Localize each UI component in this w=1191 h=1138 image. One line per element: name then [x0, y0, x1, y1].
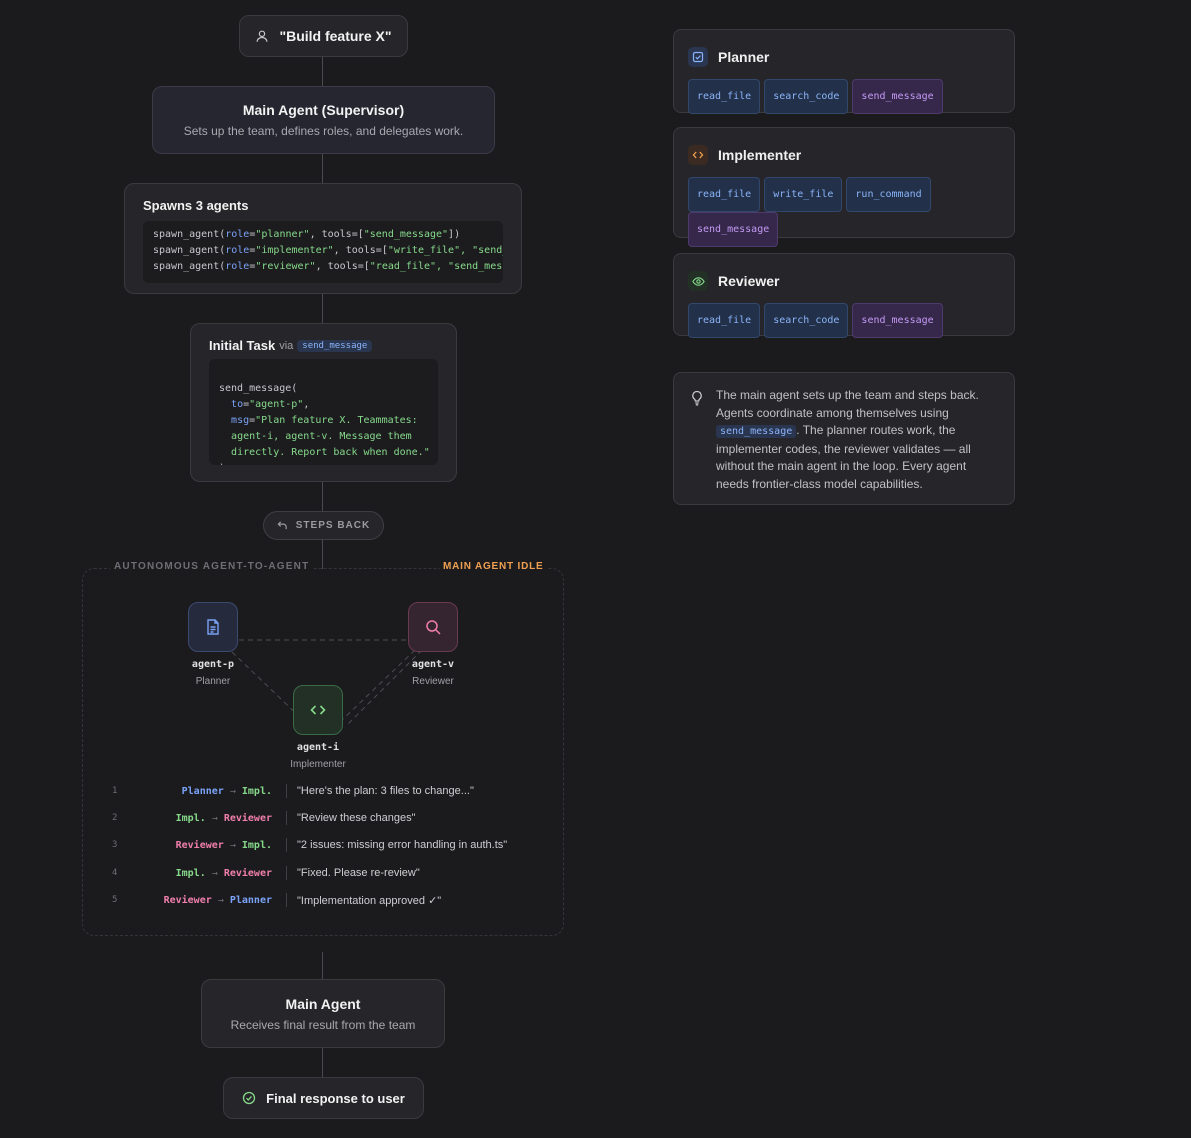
message-text: "Implementation approved ✓" — [297, 894, 442, 907]
code-icon — [688, 145, 708, 165]
note-card: The main agent sets up the team and step… — [673, 372, 1015, 505]
lightbulb-icon — [690, 387, 704, 504]
agent-p-name: agent-p — [191, 659, 235, 670]
role-card-reviewer: Reviewer read_file search_code send_messag… — [673, 253, 1015, 338]
tool-list: read_file search_code send_message — [674, 291, 1014, 338]
tool-chip: search_code — [764, 79, 849, 114]
agent-i-node — [293, 685, 343, 735]
arrow-icon: → — [229, 785, 236, 797]
arrow-icon: → — [211, 867, 218, 879]
main-agent-subtitle: Receives final result from the team — [230, 1018, 416, 1032]
message-row: 2 Impl. → Reviewer "Review these changes" — [112, 808, 552, 828]
role-card-title: Implementer — [718, 147, 802, 163]
message-row: 3 Reviewer → Impl. "2 issues: missing erro… — [112, 835, 552, 855]
tool-chip: run_command — [846, 177, 931, 212]
divider — [286, 784, 287, 798]
divider — [286, 811, 287, 825]
message-from: Planner — [181, 785, 224, 797]
agent-i-role: Implementer — [290, 759, 346, 770]
connector — [322, 1047, 323, 1077]
message-row: 1 Planner → Impl. "Here's the plan: 3 file… — [112, 781, 552, 801]
message-from: Impl. — [175, 867, 206, 879]
message-from: Reviewer — [163, 894, 212, 906]
message-number: 1 — [112, 786, 118, 796]
arrow-icon: → — [217, 894, 224, 906]
message-route: Impl. → Reviewer — [136, 813, 286, 824]
tool-chip: send_message — [852, 303, 943, 338]
role-card-implementer: Implementer read_file write_file run_comma… — [673, 127, 1015, 247]
message-route: Reviewer → Impl. — [136, 840, 286, 851]
agent-v-node — [408, 602, 458, 652]
message-from: Reviewer — [175, 839, 224, 851]
message-route: Reviewer → Planner — [136, 895, 286, 906]
message-text: "Here's the plan: 3 files to change..." — [297, 785, 474, 797]
final-response-label: Final response to user — [266, 1090, 405, 1106]
message-from: Impl. — [175, 812, 206, 824]
eye-icon — [688, 271, 708, 291]
checklist-icon — [688, 47, 708, 67]
arrow-icon: → — [229, 839, 236, 851]
tool-chip: write_file — [764, 177, 843, 212]
message-text: "Fixed. Please re-review" — [297, 867, 420, 879]
agent-network-edges — [231, 639, 423, 727]
message-number: 4 — [112, 868, 118, 878]
note-code: send_message — [716, 425, 797, 438]
tool-list: read_file write_file run_command send_messa… — [674, 165, 1014, 247]
agent-i-name: agent-i — [296, 742, 340, 753]
note-text-part: The main agent sets up the team and step… — [716, 388, 979, 420]
connector — [322, 952, 323, 980]
main-agent-node: Main Agent Receives final result from th… — [201, 979, 445, 1048]
agent-p-node — [188, 602, 238, 652]
tool-chip: read_file — [688, 303, 761, 338]
message-row: 5 Reviewer → Planner "Implementation appro… — [112, 890, 552, 910]
note-text: The main agent sets up the team and step… — [716, 387, 998, 504]
message-to: Reviewer — [223, 867, 272, 879]
arrow-icon: → — [211, 812, 218, 824]
message-to: Impl. — [241, 785, 272, 797]
tool-chip: send_message — [688, 212, 779, 247]
agent-v-name: agent-v — [411, 659, 455, 670]
message-text: "2 issues: missing error handling in aut… — [297, 839, 508, 851]
message-to: Reviewer — [223, 812, 272, 824]
message-to: Planner — [229, 894, 272, 906]
document-icon — [204, 618, 222, 636]
divider — [286, 838, 287, 852]
tool-chip: read_file — [688, 79, 761, 114]
divider — [286, 893, 287, 907]
role-card-planner: Planner read_file search_code send_message — [673, 29, 1015, 114]
message-route: Planner → Impl. — [136, 786, 286, 797]
tool-chip: read_file — [688, 177, 761, 212]
agent-p-role: Planner — [195, 676, 231, 687]
message-to: Impl. — [241, 839, 272, 851]
search-icon — [424, 618, 442, 636]
code-icon — [309, 701, 327, 719]
final-response-node: Final response to user — [223, 1077, 424, 1119]
tool-chip: search_code — [764, 303, 849, 338]
check-circle-icon — [242, 1091, 256, 1105]
message-row: 4 Impl. → Reviewer "Fixed. Please re-revie… — [112, 863, 552, 883]
main-agent-title: Main Agent — [285, 996, 361, 1012]
message-number: 3 — [112, 840, 118, 850]
message-route: Impl. → Reviewer — [136, 868, 286, 879]
tool-chip: send_message — [852, 79, 943, 114]
message-number: 5 — [112, 895, 118, 905]
message-text: "Review these changes" — [297, 812, 416, 824]
role-card-title: Planner — [718, 49, 770, 65]
tool-list: read_file search_code send_message — [674, 67, 1014, 114]
message-number: 2 — [112, 813, 118, 823]
divider — [286, 866, 287, 880]
agent-v-role: Reviewer — [412, 676, 454, 687]
role-card-title: Reviewer — [718, 273, 780, 289]
